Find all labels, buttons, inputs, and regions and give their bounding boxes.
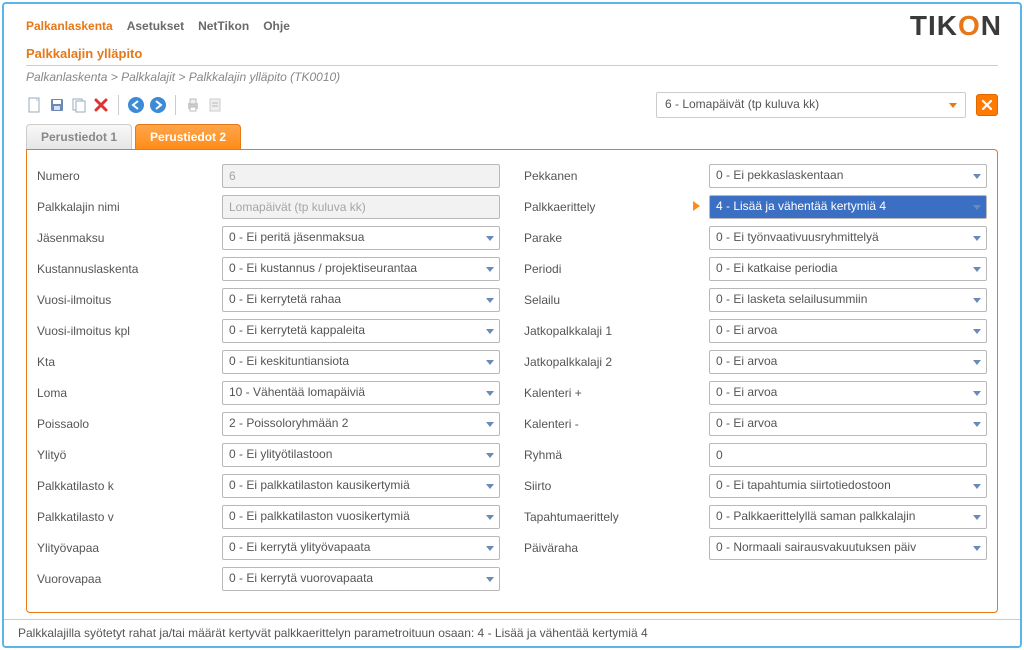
select-siirto[interactable]: 0 - Ei tapahtumia siirtotiedostoon <box>709 474 987 498</box>
select-kalplus[interactable]: 0 - Ei arvoa <box>709 381 987 405</box>
select-periodi[interactable]: 0 - Ei katkaise periodia <box>709 257 987 281</box>
select-parake[interactable]: 0 - Ei työnvaativuusryhmittelyä <box>709 226 987 250</box>
label-vuorovapaa: Vuorovapaa <box>37 572 222 586</box>
input-ryhma[interactable] <box>709 443 987 467</box>
label-paivaraha: Päiväraha <box>524 541 709 555</box>
delete-icon[interactable] <box>92 96 110 114</box>
main-nav: Palkanlaskenta Asetukset NetTikon Ohje <box>26 19 290 33</box>
forward-icon[interactable] <box>149 96 167 114</box>
select-kustannus[interactable]: 0 - Ei kustannus / projektiseurantaa <box>222 257 500 281</box>
label-parake: Parake <box>524 231 709 245</box>
tab-perustiedot-2[interactable]: Perustiedot 2 <box>135 124 241 149</box>
input-numero <box>222 164 500 188</box>
label-kalplus: Kalenteri + <box>524 386 709 400</box>
label-ptv: Palkkatilasto v <box>37 510 222 524</box>
label-ylityovapaa: Ylityövapaa <box>37 541 222 555</box>
select-ylityovapaa[interactable]: 0 - Ei kerrytä ylityövapaata <box>222 536 500 560</box>
label-kta: Kta <box>37 355 222 369</box>
label-jatko2: Jatkopalkkalaji 2 <box>524 355 709 369</box>
select-selailu[interactable]: 0 - Ei lasketa selailusummiin <box>709 288 987 312</box>
record-selector[interactable]: 6 - Lomapäivät (tp kuluva kk) <box>656 92 966 118</box>
toolbar-separator <box>175 95 176 115</box>
close-button[interactable] <box>976 94 998 116</box>
label-jasenmaksu: Jäsenmaksu <box>37 231 222 245</box>
select-poissaolo[interactable]: 2 - Poissoloryhmään 2 <box>222 412 500 436</box>
label-vuosikpl: Vuosi-ilmoitus kpl <box>37 324 222 338</box>
breadcrumb: Palkanlaskenta > Palkkalajit > Palkkalaj… <box>4 66 1020 90</box>
back-icon[interactable] <box>127 96 145 114</box>
label-palkkaerittely: Palkkaerittely <box>524 200 709 214</box>
label-siirto: Siirto <box>524 479 709 493</box>
label-tapahtuma: Tapahtumaerittely <box>524 510 709 524</box>
toolbar-separator <box>118 95 119 115</box>
label-ryhma: Ryhmä <box>524 448 709 462</box>
select-tapahtuma[interactable]: 0 - Palkkaerittelyllä saman palkkalajin <box>709 505 987 529</box>
select-pekkanen[interactable]: 0 - Ei pekkaslaskentaan <box>709 164 987 188</box>
input-nimi <box>222 195 500 219</box>
new-icon[interactable] <box>26 96 44 114</box>
page-title: Palkkalajin ylläpito <box>4 44 1020 63</box>
select-jatko2[interactable]: 0 - Ei arvoa <box>709 350 987 374</box>
export-icon[interactable] <box>206 96 224 114</box>
select-palkkaerittely[interactable]: 4 - Lisää ja vähentää kertymiä 4 <box>709 195 987 219</box>
status-bar: Palkkalajilla syötetyt rahat ja/tai määr… <box>4 619 1020 646</box>
print-icon[interactable] <box>184 96 202 114</box>
save-icon[interactable] <box>48 96 66 114</box>
nav-asetukset[interactable]: Asetukset <box>127 19 184 33</box>
copy-icon[interactable] <box>70 96 88 114</box>
select-loma[interactable]: 10 - Vähentää lomapäiviä <box>222 381 500 405</box>
label-kalminus: Kalenteri - <box>524 417 709 431</box>
toolbar <box>26 95 224 115</box>
label-selailu: Selailu <box>524 293 709 307</box>
nav-palkanlaskenta[interactable]: Palkanlaskenta <box>26 19 113 33</box>
select-paivaraha[interactable]: 0 - Normaali sairausvakuutuksen päiv <box>709 536 987 560</box>
nav-ohje[interactable]: Ohje <box>263 19 290 33</box>
select-vuosikpl[interactable]: 0 - Ei kerrytetä kappaleita <box>222 319 500 343</box>
label-jatko1: Jatkopalkkalaji 1 <box>524 324 709 338</box>
label-kustannus: Kustannuslaskenta <box>37 262 222 276</box>
select-ptk[interactable]: 0 - Ei palkkatilaston kausikertymiä <box>222 474 500 498</box>
label-vuosi: Vuosi-ilmoitus <box>37 293 222 307</box>
label-ylityo: Ylityö <box>37 448 222 462</box>
label-numero: Numero <box>37 169 222 183</box>
select-jatko1[interactable]: 0 - Ei arvoa <box>709 319 987 343</box>
select-vuosi[interactable]: 0 - Ei kerrytetä rahaa <box>222 288 500 312</box>
nav-nettikon[interactable]: NetTikon <box>198 19 249 33</box>
label-periodi: Periodi <box>524 262 709 276</box>
select-kalminus[interactable]: 0 - Ei arvoa <box>709 412 987 436</box>
select-ylityo[interactable]: 0 - Ei ylityötilastoon <box>222 443 500 467</box>
logo: TIKON <box>910 10 1008 42</box>
select-vuorovapaa[interactable]: 0 - Ei kerrytä vuorovapaata <box>222 567 500 591</box>
tab-perustiedot-1[interactable]: Perustiedot 1 <box>26 124 132 149</box>
label-pekkanen: Pekkanen <box>524 169 709 183</box>
label-loma: Loma <box>37 386 222 400</box>
label-poissaolo: Poissaolo <box>37 417 222 431</box>
indicator-arrow-icon <box>693 201 700 211</box>
select-kta[interactable]: 0 - Ei keskituntiansiota <box>222 350 500 374</box>
select-jasenmaksu[interactable]: 0 - Ei peritä jäsenmaksua <box>222 226 500 250</box>
label-ptk: Palkkatilasto k <box>37 479 222 493</box>
form-panel: Numero Palkkalajin nimi Jäsenmaksu0 - Ei… <box>26 149 998 613</box>
label-nimi: Palkkalajin nimi <box>37 200 222 214</box>
select-ptv[interactable]: 0 - Ei palkkatilaston vuosikertymiä <box>222 505 500 529</box>
